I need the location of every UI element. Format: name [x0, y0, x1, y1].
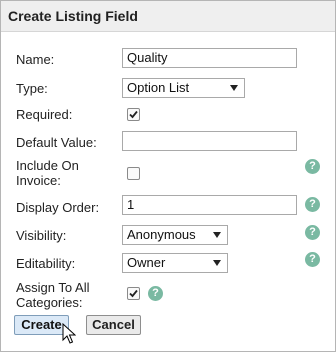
type-select-value: Option List: [127, 80, 190, 95]
help-icon[interactable]: ?: [305, 197, 320, 212]
assign-to-all-checkbox[interactable]: [127, 287, 140, 300]
include-on-invoice-label-line2: Invoice:: [16, 173, 61, 188]
checkmark-icon: [129, 110, 138, 119]
type-label: Type:: [16, 81, 48, 96]
help-icon[interactable]: ?: [305, 225, 320, 240]
help-icon[interactable]: ?: [148, 286, 163, 301]
default-value-input[interactable]: [122, 131, 297, 151]
help-icon[interactable]: ?: [305, 252, 320, 267]
visibility-select[interactable]: Anonymous: [122, 225, 228, 245]
name-label: Name:: [16, 52, 55, 67]
help-icon[interactable]: ?: [305, 159, 320, 174]
create-listing-field-dialog: Create Listing Field Name: Quality Type:…: [0, 0, 336, 352]
chevron-down-icon: [213, 260, 221, 266]
checkmark-icon: [129, 289, 138, 298]
chevron-down-icon: [230, 85, 238, 91]
editability-select[interactable]: Owner: [122, 253, 228, 273]
chevron-down-icon: [213, 232, 221, 238]
assign-to-all-label-line2: Categories:: [16, 295, 83, 310]
type-select[interactable]: Option List: [122, 78, 245, 98]
dialog-title: Create Listing Field: [1, 1, 335, 32]
include-on-invoice-checkbox[interactable]: [127, 167, 140, 180]
mouse-pointer-icon: [62, 323, 76, 344]
assign-to-all-label-line1: Assign To All: [16, 280, 90, 295]
display-order-label: Display Order:: [16, 200, 100, 215]
editability-select-value: Owner: [127, 255, 166, 270]
required-label: Required:: [16, 107, 73, 122]
cancel-button[interactable]: Cancel: [86, 315, 141, 335]
display-order-input[interactable]: 1: [122, 195, 297, 215]
required-checkbox[interactable]: [127, 108, 140, 121]
name-input[interactable]: Quality: [122, 48, 297, 68]
editability-label: Editability:: [16, 256, 76, 271]
create-button[interactable]: Create: [14, 315, 69, 335]
visibility-select-value: Anonymous: [127, 227, 196, 242]
include-on-invoice-label-line1: Include On: [16, 158, 79, 173]
visibility-label: Visibility:: [16, 228, 67, 243]
default-value-label: Default Value:: [16, 135, 97, 150]
